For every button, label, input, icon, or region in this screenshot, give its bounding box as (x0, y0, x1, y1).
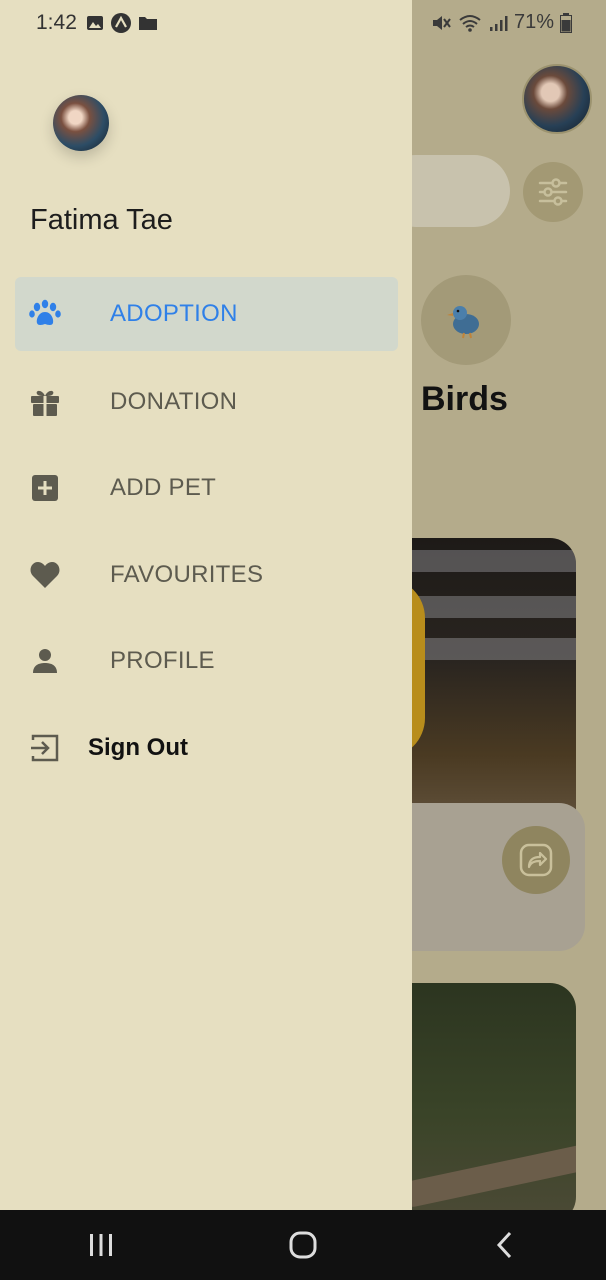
heart-icon (28, 558, 62, 592)
filter-button[interactable] (523, 162, 583, 222)
menu-item-label: DONATION (110, 388, 238, 415)
mute-icon (432, 15, 451, 30)
home-button[interactable] (273, 1215, 333, 1275)
sign-out-label: Sign Out (88, 734, 188, 761)
menu-item-donation[interactable]: DONATION (15, 365, 398, 439)
menu-item-label: ADD PET (110, 474, 217, 501)
menu-item-adoption[interactable]: ADOPTION (15, 277, 398, 351)
status-bar: 1:42 71% (0, 0, 606, 46)
user-avatar[interactable] (53, 95, 109, 151)
sign-out-button[interactable]: Sign Out (15, 711, 398, 785)
menu-item-label: FAVOURITES (110, 561, 264, 588)
menu-item-label: ADOPTION (110, 300, 238, 327)
add-box-icon (28, 471, 62, 505)
home-icon (289, 1231, 317, 1259)
bird-icon (447, 306, 479, 339)
menu-item-favourites[interactable]: FAVOURITES (15, 538, 398, 612)
menu-item-profile[interactable]: PROFILE (15, 624, 398, 698)
battery-percent: 71% (513, 11, 554, 33)
app-icon (111, 13, 131, 33)
gift-icon (28, 385, 62, 419)
menu-item-add-pet[interactable]: ADD PET (15, 451, 398, 525)
status-time: 1:42 (36, 11, 77, 34)
signal-icon (489, 15, 508, 31)
menu-item-label: PROFILE (110, 647, 215, 674)
back-button[interactable] (475, 1215, 535, 1275)
recent-apps-button[interactable] (71, 1215, 131, 1275)
recents-icon (90, 1234, 112, 1256)
folder-icon (139, 17, 157, 30)
user-name: Fatima Tae (30, 204, 173, 236)
category-birds-button[interactable] (421, 275, 511, 365)
person-icon (28, 644, 62, 678)
category-label: Birds (421, 380, 508, 418)
header-avatar[interactable] (522, 64, 592, 134)
navigation-drawer: Fatima Tae ADOPTION DONATION ADD PET FAV… (0, 0, 412, 1210)
share-button[interactable] (502, 826, 570, 894)
wifi-icon (459, 14, 481, 32)
battery-icon (560, 12, 572, 33)
image-icon (87, 16, 103, 30)
share-icon (519, 843, 553, 877)
paw-icon (28, 297, 62, 331)
back-icon (496, 1231, 512, 1259)
system-nav-bar (0, 1210, 606, 1280)
sliders-icon (538, 178, 568, 206)
logout-icon (28, 731, 62, 765)
